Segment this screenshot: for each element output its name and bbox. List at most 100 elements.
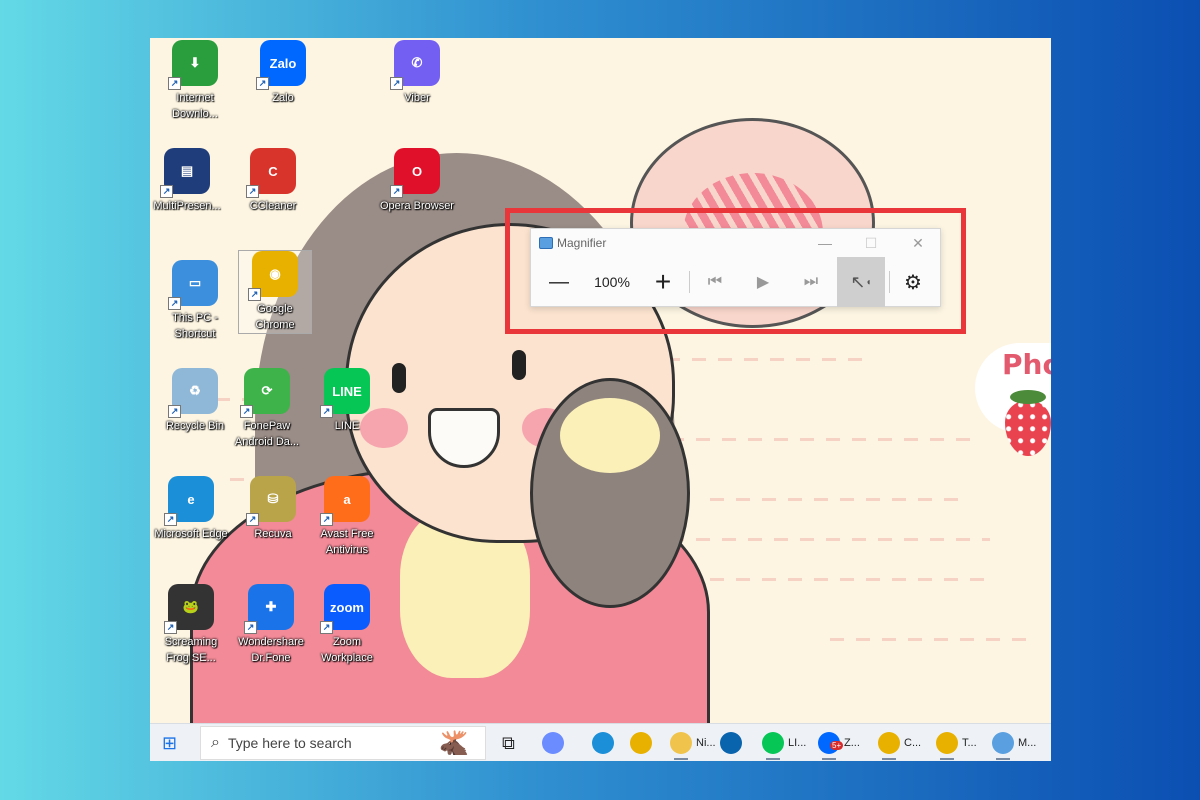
desktop-icon-label: Viber xyxy=(404,92,430,104)
desktop-icon[interactable]: ♻ ↗ Recycle Bin xyxy=(158,368,232,434)
taskbar-app-label: Ni... xyxy=(696,737,716,749)
wallpaper-decoration xyxy=(670,438,970,441)
minimize-button[interactable]: — xyxy=(815,233,835,253)
chrome-icon xyxy=(936,732,958,754)
taskbar-app-label: C... xyxy=(904,737,922,749)
read-from-pointer-icon: ↖ xyxy=(850,271,866,292)
strawberry-illustration xyxy=(1005,400,1051,456)
taskbar-app[interactable]: T... xyxy=(936,729,977,760)
maximize-button[interactable]: ☐ xyxy=(861,233,881,253)
taskbar-app[interactable]: M... xyxy=(992,729,1036,760)
folder-icon xyxy=(670,732,692,754)
desktop-icon-label: Zalo xyxy=(272,92,294,104)
magnifier-window[interactable]: Magnifier — ☐ ✕ — 100% + ⏮ ▶ ⏭ ↖ ◖ ⚙ xyxy=(530,228,941,307)
avast-icon: a ↗ xyxy=(320,476,370,526)
recycle-bin-icon: ♻ ↗ xyxy=(168,368,218,418)
magnifier-title: Magnifier xyxy=(557,236,607,250)
taskbar-app[interactable] xyxy=(720,729,742,757)
multipresenter-icon: ▤ ↗ xyxy=(160,148,210,198)
desktop-icon-label: MultiPresen... xyxy=(153,200,221,212)
desktop-icon[interactable]: ▤ ↗ MultiPresen... xyxy=(150,148,224,214)
icon-glyph: ⛁ xyxy=(267,491,279,506)
icon-glyph: ◉ xyxy=(269,266,281,281)
taskbar-app[interactable] xyxy=(592,729,614,757)
desktop-icon[interactable]: ⛁ ↗ Recuva xyxy=(236,476,310,542)
icon-glyph: LINE xyxy=(332,383,362,399)
desktop-icon-label: This PC - Shortcut xyxy=(172,312,218,340)
taskbar-app[interactable]: C... xyxy=(878,729,922,760)
desktop-icon[interactable]: ⟳ ↗ FonePaw Android Da... xyxy=(230,368,304,450)
taskbar-app-label: T... xyxy=(962,737,977,749)
line-icon: LINE ↗ xyxy=(320,368,370,418)
speaker-icon: ◖ xyxy=(865,276,872,288)
desktop-icon[interactable]: Zalo ↗ Zalo xyxy=(246,40,320,106)
taskbar-app[interactable] xyxy=(630,729,652,757)
toolbar-separator xyxy=(889,271,890,293)
desktop-icon-label: Avast Free Antivirus xyxy=(320,528,374,556)
taskbar-app-label: LI... xyxy=(788,737,807,749)
next-sentence-button[interactable]: ⏭ xyxy=(795,257,827,307)
edge-icon xyxy=(592,732,614,754)
desktop-icon-label: LINE xyxy=(334,420,360,432)
icon-glyph: C xyxy=(268,163,278,179)
running-indicator xyxy=(822,758,836,760)
shortcut-arrow-icon: ↗ xyxy=(390,185,403,198)
shortcut-arrow-icon: ↗ xyxy=(160,185,173,198)
desktop-icon-label: CCleaner xyxy=(249,200,297,212)
magnifier-toolbar: — 100% + ⏮ ▶ ⏭ ↖ ◖ ⚙ xyxy=(531,257,940,307)
desktop-icon[interactable]: a ↗ Avast Free Antivirus xyxy=(310,476,384,558)
running-indicator xyxy=(674,758,688,760)
running-indicator xyxy=(766,758,780,760)
shortcut-arrow-icon: ↗ xyxy=(246,513,259,526)
shortcut-arrow-icon: ↗ xyxy=(248,288,261,301)
zoom-in-button[interactable]: + xyxy=(645,257,681,307)
start-button[interactable]: ⊞ xyxy=(162,729,177,757)
desktop-icon-label: Recuva xyxy=(254,528,292,540)
desktop-icon[interactable]: O ↗ Opera Browser xyxy=(380,148,454,214)
icon-glyph: ▤ xyxy=(180,163,194,178)
fonepaw-icon: ⟳ ↗ xyxy=(240,368,290,418)
desktop-icon[interactable]: ⬇ ↗ Internet Downlo... xyxy=(158,40,232,122)
play-button[interactable]: ▶ xyxy=(747,257,779,307)
chrome-icon: ◉ ↗ xyxy=(248,251,298,301)
shortcut-arrow-icon: ↗ xyxy=(390,77,403,90)
desktop-icon[interactable]: ✚ ↗ Wondershare Dr.Fone xyxy=(234,584,308,666)
icon-glyph: ⟳ xyxy=(261,383,273,398)
zoom-out-button[interactable]: — xyxy=(541,257,577,307)
recuva-icon: ⛁ ↗ xyxy=(246,476,296,526)
hamster-face xyxy=(560,398,660,473)
desktop-icon[interactable]: C ↗ CCleaner xyxy=(236,148,310,214)
shortcut-arrow-icon: ↗ xyxy=(244,621,257,634)
line-icon xyxy=(762,732,784,754)
taskbar-app[interactable]: 5+ Z... xyxy=(818,729,860,760)
screaming-frog-icon: 🐸 ↗ xyxy=(164,584,214,634)
magnifier-icon xyxy=(992,732,1014,754)
magnifier-titlebar[interactable]: Magnifier — ☐ ✕ xyxy=(531,229,940,257)
read-from-pointer-button[interactable]: ↖ ◖ xyxy=(837,257,885,307)
close-button[interactable]: ✕ xyxy=(908,233,928,253)
desktop-icon[interactable]: zoom ↗ Zoom Workplace xyxy=(310,584,384,666)
previous-sentence-button[interactable]: ⏮ xyxy=(699,257,731,307)
copilot-icon xyxy=(542,732,564,754)
drfone-icon: ✚ ↗ xyxy=(244,584,294,634)
desktop-icon[interactable]: ▭ ↗ This PC - Shortcut xyxy=(158,260,232,342)
desktop-icon[interactable]: LINE ↗ LINE xyxy=(310,368,384,434)
taskbar-app[interactable]: LI... xyxy=(762,729,807,760)
notification-badge: 5+ xyxy=(830,741,844,750)
desktop-icon[interactable]: e ↗ Microsoft Edge xyxy=(154,476,228,542)
desktop-icon[interactable]: ◉ ↗ Google Chrome xyxy=(238,250,312,334)
taskbar-app[interactable]: Ni... xyxy=(670,729,716,760)
settings-button[interactable]: ⚙ xyxy=(897,257,929,307)
desktop-icon-label: FonePaw Android Da... xyxy=(234,420,300,448)
shortcut-arrow-icon: ↗ xyxy=(168,297,181,310)
desktop-icon[interactable]: ✆ ↗ Viber xyxy=(380,40,454,106)
search-box[interactable]: ⌕ Type here to search 🫎 xyxy=(200,726,486,760)
toolbar-separator xyxy=(689,271,690,293)
this-pc-icon: ▭ ↗ xyxy=(168,260,218,310)
taskbar-app[interactable] xyxy=(542,729,564,757)
desktop-icon[interactable]: 🐸 ↗ Screaming Frog SE... xyxy=(154,584,228,666)
idm-icon: ⬇ ↗ xyxy=(168,40,218,90)
task-view-button[interactable]: ⧉ xyxy=(502,729,515,757)
viber-icon: ✆ ↗ xyxy=(390,40,440,90)
chrome-icon xyxy=(878,732,900,754)
